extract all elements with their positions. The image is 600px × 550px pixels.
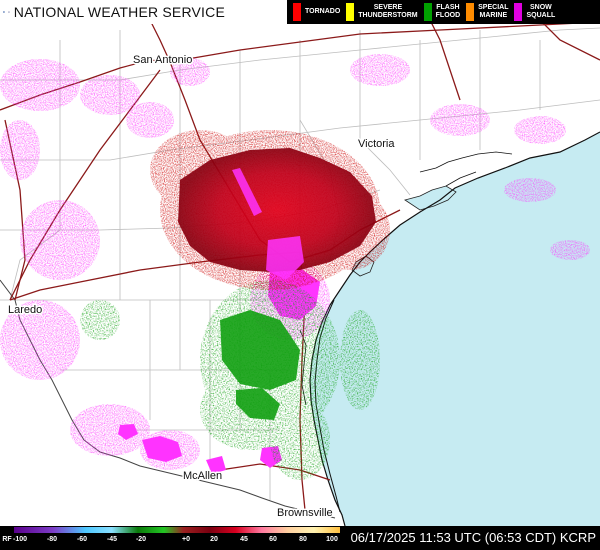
colorbar-tick-label: 45: [240, 536, 248, 543]
legend-item: SNOW SQUALL: [514, 0, 555, 24]
colorbar-ticks: RF -100 -80 -60 -45 -20 +0 20 45 60 80 100: [0, 536, 340, 548]
legend-swatch: [514, 3, 523, 21]
legend-swatch: [346, 3, 355, 21]
legend-item: SEVERE THUNDERSTORM: [346, 0, 418, 24]
colorbar-tick-label: -45: [106, 536, 118, 543]
legend-label: SNOW SQUALL: [526, 4, 556, 19]
legend-item: SPECIAL MARINE: [466, 0, 508, 24]
colorbar-tick-label: -20: [135, 536, 147, 543]
city-label: Laredo: [8, 304, 42, 316]
colorbar-tick-label: -80: [46, 536, 58, 543]
nws-logo-icon: [7, 11, 10, 13]
colorbar-tick-label: 60: [269, 536, 277, 543]
header-bar: NATIONAL WEATHER SERVICE TORNADO SEVERE T…: [0, 0, 600, 24]
radar-map: San AntonioSan AntonioVictoriaVictoriaLa…: [0, 0, 600, 550]
legend-label: SEVERE THUNDERSTORM: [358, 4, 418, 19]
agency-title: NATIONAL WEATHER SERVICE: [13, 4, 225, 20]
colorbar-tick-label: +0: [182, 536, 190, 543]
colorbar-tick-label: 20: [210, 536, 218, 543]
agency-banner: NATIONAL WEATHER SERVICE: [0, 0, 225, 24]
legend-swatch: [466, 3, 475, 21]
city-label: San Antonio: [133, 54, 192, 66]
colorbar-scale-label: RF: [2, 536, 12, 543]
noaa-logo-icon: [3, 11, 5, 13]
colorbar-tick-label: -100: [12, 536, 28, 543]
footer-bar: RF -100 -80 -60 -45 -20 +0 20 45 60 80 100 06/17/20…: [0, 526, 600, 550]
warning-legend: TORNADO SEVERE THUNDERSTORM FLASH FLOOD SPE…: [287, 0, 600, 24]
reflectivity-colorbar: [14, 527, 340, 533]
legend-item: TORNADO: [293, 0, 340, 24]
city-label: McAllen: [183, 470, 222, 482]
legend-label: TORNADO: [305, 8, 341, 15]
legend-label: FLASH FLOOD: [435, 4, 461, 19]
colorbar-tick-label: -60: [76, 536, 88, 543]
city-label: Brownsville: [277, 507, 333, 519]
scan-timestamp: 06/17/2025 11:53 UTC (06:53 CDT) KCRP: [350, 530, 596, 545]
legend-swatch: [423, 3, 432, 21]
radar-display: San Antonio San Antonio Victoria Victoria La…: [0, 0, 600, 550]
city-label: Victoria: [358, 138, 395, 150]
legend-item: FLASH FLOOD: [423, 0, 461, 24]
legend-label: SPECIAL MARINE: [478, 4, 509, 19]
colorbar-tick-label: 100: [326, 536, 338, 543]
legend-swatch: [293, 3, 301, 21]
colorbar-tick-label: 80: [299, 536, 307, 543]
